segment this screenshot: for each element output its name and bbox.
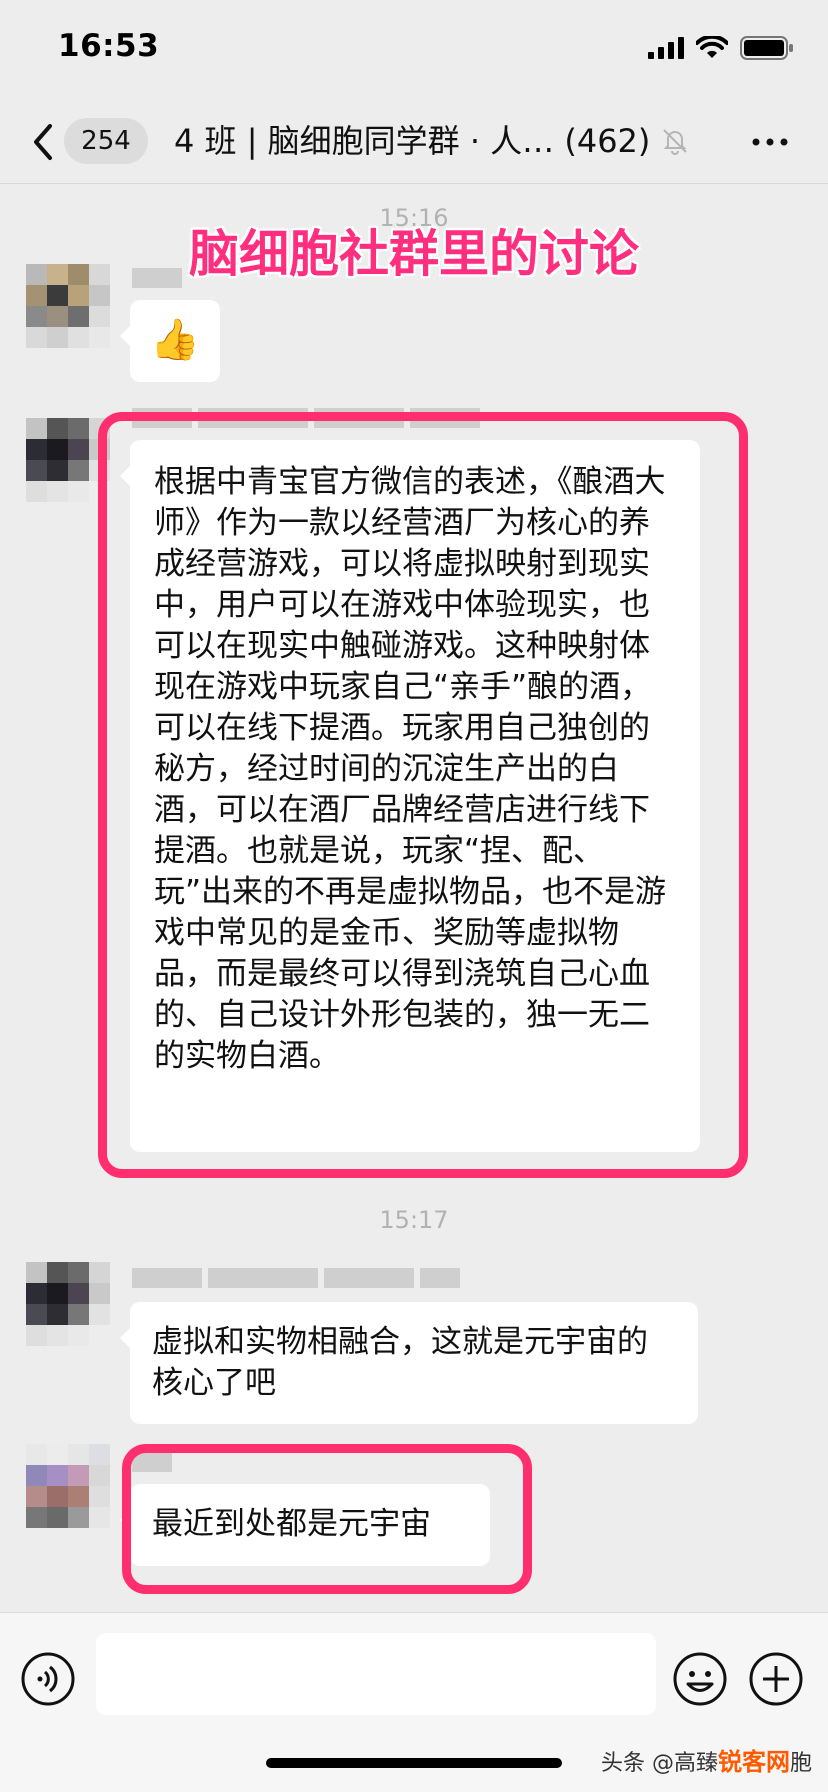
message-bubble[interactable]: 👍	[120, 300, 220, 382]
avatar[interactable]	[26, 1444, 110, 1528]
overlay-title: 脑细胞社群里的讨论	[189, 225, 639, 283]
signal-icon	[648, 37, 684, 59]
emoji-icon[interactable]	[672, 1651, 728, 1707]
status-time: 16:53	[58, 28, 160, 64]
message-bubble[interactable]: 虚拟和实物相融合，这就是元宇宙的核心了吧	[120, 1302, 698, 1424]
plus-icon[interactable]	[748, 1651, 804, 1707]
avatar[interactable]	[26, 264, 110, 348]
unread-count-badge[interactable]: 254	[64, 118, 148, 164]
message-input[interactable]	[96, 1633, 656, 1715]
chat-title[interactable]: 4 班 | 脑细胞同学群 · 人… (462)	[174, 118, 650, 164]
battery-icon	[740, 36, 793, 60]
status-bar: 16:53	[0, 0, 828, 100]
watermark-suffix: 胞	[789, 1751, 812, 1776]
avatar[interactable]	[26, 1262, 110, 1346]
highlight-box	[98, 412, 748, 1178]
back-icon[interactable]	[26, 120, 60, 164]
time-divider: 15:17	[379, 1206, 449, 1234]
more-icon[interactable]	[750, 128, 790, 156]
watermark-brand: 锐客网	[717, 1748, 790, 1776]
wifi-icon	[696, 36, 728, 58]
home-indicator	[266, 1758, 562, 1768]
sender-name	[132, 268, 182, 290]
highlight-box	[122, 1444, 532, 1594]
watermark: 头条 @高臻锐客网胞	[601, 1742, 812, 1777]
mute-bell-icon	[663, 129, 687, 155]
status-icons	[648, 36, 794, 60]
message-text: 虚拟和实物相融合，这就是元宇宙的核心了吧	[152, 1324, 648, 1401]
watermark-prefix: 头条 @高臻	[600, 1751, 718, 1776]
sender-name	[132, 1268, 460, 1290]
voice-icon[interactable]	[20, 1651, 76, 1707]
thumbs-up-emoji: 👍	[150, 317, 200, 363]
chat-header: 254 4 班 | 脑细胞同学群 · 人… (462)	[0, 100, 828, 184]
